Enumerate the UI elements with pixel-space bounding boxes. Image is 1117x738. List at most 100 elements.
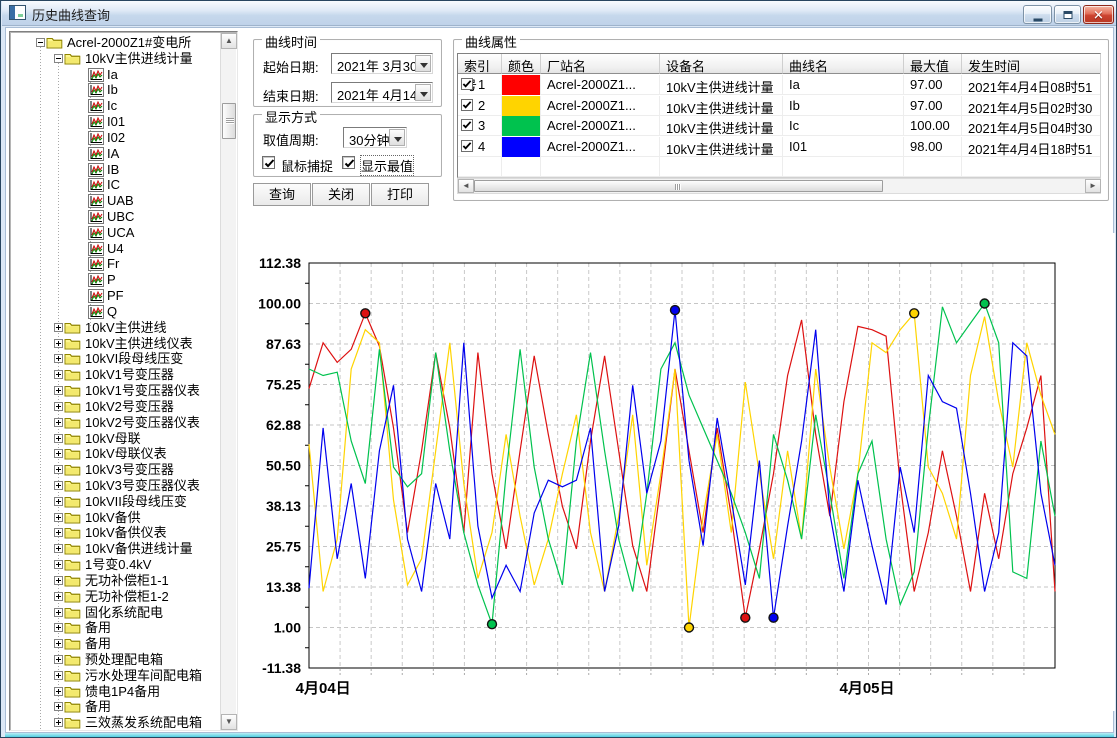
tree-item-10kV母联[interactable]: 10kV母联 xyxy=(10,431,220,447)
column-header-索引号[interactable]: 索引号 xyxy=(458,54,502,74)
show-extremes-checkbox[interactable] xyxy=(342,156,355,169)
tree-item-UCA[interactable]: UCA xyxy=(10,225,220,241)
expand-plus-icon[interactable] xyxy=(54,465,63,474)
tree-item-三效蒸发系统配电箱[interactable]: 三效蒸发系统配电箱 xyxy=(10,715,220,731)
tree-scrollbar-thumb[interactable] xyxy=(222,103,236,139)
tree-item-无功补偿柜1-1[interactable]: 无功补偿柜1-1 xyxy=(10,573,220,589)
expand-plus-icon[interactable] xyxy=(54,449,63,458)
tree-item-固化系统配电[interactable]: 固化系统配电 xyxy=(10,605,220,621)
tree-item-Ib[interactable]: Ib xyxy=(10,82,220,98)
column-header-最大值[interactable]: 最大值 xyxy=(904,54,962,74)
tree-item-10kV2号变压器[interactable]: 10kV2号变压器 xyxy=(10,399,220,415)
table-row[interactable]: 1Acrel-2000Z1...10kV主供进线计量Ia97.002021年4月… xyxy=(458,75,1101,95)
expand-plus-icon[interactable] xyxy=(54,370,63,379)
period-combobox[interactable]: 30分钟 xyxy=(343,127,407,148)
tree-item-10kV主供进线仪表[interactable]: 10kV主供进线仪表 xyxy=(10,336,220,352)
tree-item-UBC[interactable]: UBC xyxy=(10,209,220,225)
tree-item-污水处理车间配电箱[interactable]: 污水处理车间配电箱 xyxy=(10,668,220,684)
expand-plus-icon[interactable] xyxy=(54,402,63,411)
tree-item-Acrel-2000Z1#变电所[interactable]: Acrel-2000Z1#变电所 xyxy=(10,35,220,51)
expand-plus-icon[interactable] xyxy=(54,497,63,506)
expand-plus-icon[interactable] xyxy=(54,418,63,427)
table-scrollbar-thumb[interactable] xyxy=(474,180,883,192)
expand-plus-icon[interactable] xyxy=(54,513,63,522)
expand-plus-icon[interactable] xyxy=(54,339,63,348)
tree-item-10kV3号变压器仪表[interactable]: 10kV3号变压器仪表 xyxy=(10,478,220,494)
tree-item-P[interactable]: P xyxy=(10,272,220,288)
expand-plus-icon[interactable] xyxy=(54,528,63,537)
tree-item-10kV主供进线计量[interactable]: 10kV主供进线计量 xyxy=(10,51,220,67)
tree-item-10kVII段母线压变[interactable]: 10kVII段母线压变 xyxy=(10,494,220,510)
tree-vertical-scrollbar[interactable]: ▲ ▼ xyxy=(220,33,236,730)
tree-item-10kV备供进线计量[interactable]: 10kV备供进线计量 xyxy=(10,541,220,557)
tree-item-Fr[interactable]: Fr xyxy=(10,256,220,272)
tree-item-无功补偿柜1-2[interactable]: 无功补偿柜1-2 xyxy=(10,589,220,605)
expand-plus-icon[interactable] xyxy=(54,702,63,711)
expand-plus-icon[interactable] xyxy=(54,576,63,585)
mouse-capture-checkbox[interactable] xyxy=(262,156,275,169)
expand-plus-icon[interactable] xyxy=(54,671,63,680)
tree-item-备用[interactable]: 备用 xyxy=(10,636,220,652)
tree-item-UAB[interactable]: UAB xyxy=(10,193,220,209)
show-extremes-label[interactable]: 显示最值 xyxy=(361,156,413,175)
tree-item-备用[interactable]: 备用 xyxy=(10,699,220,715)
expand-plus-icon[interactable] xyxy=(54,687,63,696)
expand-plus-icon[interactable] xyxy=(54,592,63,601)
tree-item-PF[interactable]: PF xyxy=(10,288,220,304)
row-checkbox[interactable] xyxy=(461,99,473,111)
maximize-button[interactable] xyxy=(1054,5,1081,24)
chevron-down-icon[interactable] xyxy=(415,84,431,101)
scroll-right-arrow[interactable]: ► xyxy=(1085,179,1101,193)
tree-item-预处理配电箱[interactable]: 预处理配电箱 xyxy=(10,652,220,668)
column-header-曲线名[interactable]: 曲线名 xyxy=(783,54,904,74)
tree-item-IA[interactable]: IA xyxy=(10,146,220,162)
expand-plus-icon[interactable] xyxy=(54,434,63,443)
tree-item-IC[interactable]: IC xyxy=(10,177,220,193)
close-button[interactable]: ✕ xyxy=(1083,5,1114,24)
minimize-button[interactable] xyxy=(1023,5,1052,24)
tree-item-10kV3号变压器[interactable]: 10kV3号变压器 xyxy=(10,462,220,478)
chevron-down-icon[interactable] xyxy=(415,55,431,72)
expand-plus-icon[interactable] xyxy=(54,623,63,632)
close-dialog-button[interactable]: 关闭 xyxy=(312,183,370,206)
column-header-设备名[interactable]: 设备名 xyxy=(660,54,783,74)
expand-plus-icon[interactable] xyxy=(54,560,63,569)
table-row[interactable]: 3Acrel-2000Z1...10kV主供进线计量Ic100.002021年4… xyxy=(458,116,1101,136)
expand-plus-icon[interactable] xyxy=(54,323,63,332)
expand-plus-icon[interactable] xyxy=(54,354,63,363)
row-checkbox[interactable] xyxy=(461,78,473,90)
column-header-厂站名[interactable]: 厂站名 xyxy=(541,54,660,74)
expand-plus-icon[interactable] xyxy=(54,544,63,553)
table-row[interactable]: 4Acrel-2000Z1...10kV主供进线计量I0198.002021年4… xyxy=(458,137,1101,157)
tree-item-I01[interactable]: I01 xyxy=(10,114,220,130)
tree-item-10kV备供[interactable]: 10kV备供 xyxy=(10,510,220,526)
tree-item-10kVI段母线压变[interactable]: 10kVI段母线压变 xyxy=(10,351,220,367)
row-checkbox[interactable] xyxy=(461,140,473,152)
tree-item-U4[interactable]: U4 xyxy=(10,241,220,257)
chevron-down-icon[interactable] xyxy=(389,129,405,146)
tree-item-10kV1号变压器仪表[interactable]: 10kV1号变压器仪表 xyxy=(10,383,220,399)
column-header-发生时间[interactable]: 发生时间 xyxy=(962,54,1101,74)
expand-plus-icon[interactable] xyxy=(54,481,63,490)
query-button[interactable]: 查询 xyxy=(253,183,311,206)
expand-plus-icon[interactable] xyxy=(54,639,63,648)
mouse-capture-label[interactable]: 鼠标捕捉 xyxy=(281,156,333,175)
tree-item-Q[interactable]: Q xyxy=(10,304,220,320)
tree-item-IB[interactable]: IB xyxy=(10,162,220,178)
start-date-combobox[interactable]: 2021年 3月30 xyxy=(331,53,433,74)
tree-item-10kV1号变压器[interactable]: 10kV1号变压器 xyxy=(10,367,220,383)
device-tree[interactable]: Acrel-2000Z1#变电所10kV主供进线计量IaIbIcI01I02IA… xyxy=(9,31,238,731)
tree-item-备用[interactable]: 备用 xyxy=(10,620,220,636)
collapse-minus-icon[interactable] xyxy=(36,38,45,47)
tree-item-1号变0.4kV[interactable]: 1号变0.4kV xyxy=(10,557,220,573)
tree-item-10kV主供进线[interactable]: 10kV主供进线 xyxy=(10,320,220,336)
table-horizontal-scrollbar[interactable]: ◄ ► xyxy=(457,178,1101,194)
tree-item-10kV备供仪表[interactable]: 10kV备供仪表 xyxy=(10,525,220,541)
expand-plus-icon[interactable] xyxy=(54,386,63,395)
tree-item-10kV2号变压器仪表[interactable]: 10kV2号变压器仪表 xyxy=(10,415,220,431)
tree-item-10kV母联仪表[interactable]: 10kV母联仪表 xyxy=(10,446,220,462)
print-button[interactable]: 打印 xyxy=(371,183,429,206)
collapse-minus-icon[interactable] xyxy=(54,54,63,63)
column-header-颜色[interactable]: 颜色 xyxy=(502,54,541,74)
scroll-left-arrow[interactable]: ◄ xyxy=(458,179,474,193)
